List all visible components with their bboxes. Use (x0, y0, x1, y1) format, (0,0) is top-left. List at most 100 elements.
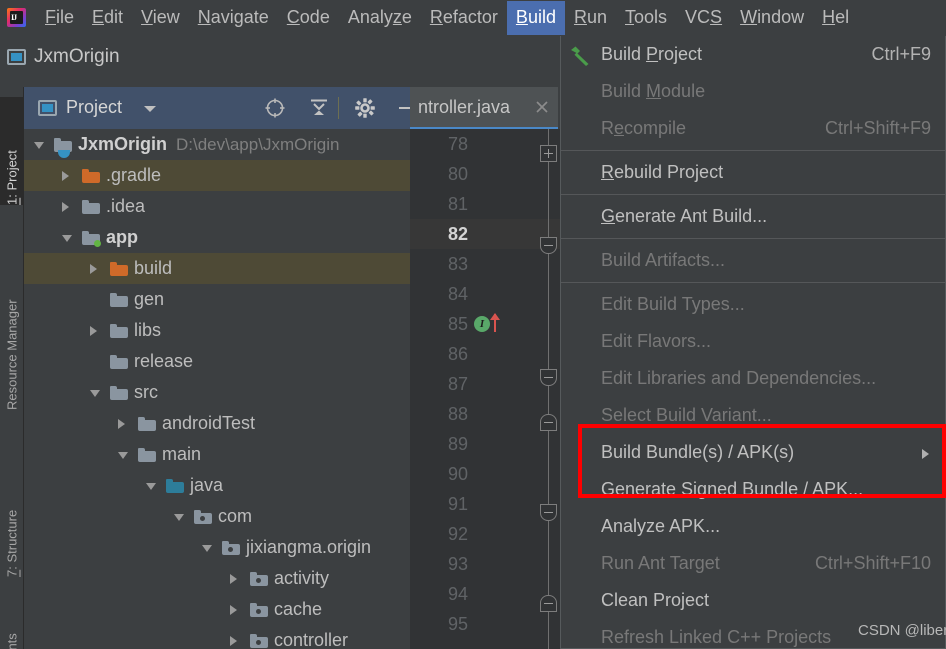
menu-item-clean-project[interactable]: Clean Project (561, 582, 945, 619)
menu-item-edit-build-types: Edit Build Types... (561, 286, 945, 323)
tool-window-button-label: riants (5, 633, 20, 649)
menu-navigate[interactable]: Navigate (189, 1, 278, 35)
line-number: 87 (447, 374, 468, 394)
tree-expand-arrow-closed-icon[interactable] (90, 264, 97, 274)
tree-expand-arrow-open-icon[interactable] (174, 514, 184, 521)
tree-row-label: androidTest (162, 413, 256, 433)
menu-run[interactable]: Run (565, 1, 616, 35)
menu-edit[interactable]: Edit (83, 1, 132, 35)
gear-icon[interactable] (354, 97, 376, 119)
tree-row[interactable]: main (24, 439, 410, 470)
folder-icon (138, 417, 156, 431)
menu-view[interactable]: View (132, 1, 189, 35)
menu-item-generate-ant-build[interactable]: Generate Ant Build... (561, 198, 945, 235)
project-panel-header: Project (24, 87, 415, 129)
line-number: 80 (447, 164, 468, 184)
tree-row[interactable]: gen (24, 284, 410, 315)
tree-expand-arrow-open-icon[interactable] (146, 483, 156, 490)
tree-expand-arrow-open-icon[interactable] (90, 390, 100, 397)
locate-icon[interactable] (264, 97, 286, 119)
menu-build[interactable]: Build (506, 1, 565, 35)
menu-hel[interactable]: Hel (813, 1, 858, 35)
project-tree[interactable]: JxmOrigin D:\dev\app\JxmOrigin .gradle .ide… (24, 129, 410, 649)
collapse-all-icon[interactable] (308, 97, 330, 119)
menu-item-build-project[interactable]: Build Project Ctrl+F9 (561, 36, 945, 73)
tree-row[interactable]: .gradle (24, 160, 410, 191)
tool-window-button-riants[interactable]: riants (0, 605, 24, 649)
tree-expand-arrow-closed-icon[interactable] (90, 326, 97, 336)
build-menu-dropdown[interactable]: Build Project Ctrl+F9 Build Module Recompil… (560, 36, 946, 649)
menu-code[interactable]: Code (278, 1, 339, 35)
menu-file[interactable]: File (36, 1, 83, 35)
fold-collapse-marker[interactable] (540, 369, 557, 386)
tool-window-button-7-structure[interactable]: 7: Structure (0, 449, 24, 577)
folder-icon (82, 231, 101, 247)
menu-item-analyze-apk[interactable]: Analyze APK... (561, 508, 945, 545)
tree-row[interactable]: com (24, 501, 410, 532)
fold-expand-marker[interactable] (540, 145, 557, 162)
editor-tab-label: ntroller.java (418, 97, 511, 117)
tool-window-button-1-project[interactable]: 1: Project (0, 97, 24, 205)
tree-row[interactable]: app (24, 222, 410, 253)
editor-fold-column[interactable] (538, 129, 560, 649)
tree-row-label: src (134, 382, 158, 402)
chevron-down-icon[interactable] (144, 106, 156, 112)
menu-item-label: Edit Flavors... (601, 331, 712, 351)
menu-item-build-bundle-s-apk-s[interactable]: Build Bundle(s) / APK(s) (561, 434, 945, 471)
tree-expand-arrow-closed-icon[interactable] (230, 574, 237, 584)
tree-row-label: app (106, 227, 139, 247)
tree-expand-arrow-closed-icon[interactable] (118, 419, 125, 429)
tree-row[interactable]: androidTest (24, 408, 410, 439)
menu-item-generate-signed-bundle-apk[interactable]: Generate Signed Bundle / APK... (561, 471, 945, 508)
fold-collapse-marker[interactable] (540, 237, 557, 254)
tree-row-label: jixiangma.origin (246, 537, 372, 557)
tree-expand-arrow-open-icon[interactable] (202, 545, 212, 552)
menu-item-label: Clean Project (601, 590, 710, 610)
tree-expand-arrow-closed-icon[interactable] (62, 202, 69, 212)
menu-item-label: Build Artifacts... (601, 250, 726, 270)
submenu-arrow-icon[interactable] (922, 449, 929, 459)
menu-item-edit-libraries-and-dependencies: Edit Libraries and Dependencies... (561, 360, 945, 397)
tree-row[interactable]: src (24, 377, 410, 408)
tree-expand-arrow-closed-icon[interactable] (62, 171, 69, 181)
menu-tools[interactable]: Tools (616, 1, 676, 35)
menu-window[interactable]: Window (731, 1, 813, 35)
tree-expand-arrow-open-icon[interactable] (34, 142, 44, 149)
menu-item-shortcut: Ctrl+Shift+F9 (824, 118, 931, 138)
menu-item-rebuild-project[interactable]: Rebuild Project (561, 154, 945, 191)
tree-expand-arrow-open-icon[interactable] (62, 235, 72, 242)
tree-expand-arrow-closed-icon[interactable] (230, 636, 237, 646)
tree-row[interactable]: .idea (24, 191, 410, 222)
menu-refactor[interactable]: Refactor (421, 1, 507, 35)
override-arrow-icon[interactable] (490, 313, 500, 332)
tree-row-path: D:\dev\app\JxmOrigin (176, 135, 340, 154)
tree-row[interactable]: release (24, 346, 410, 377)
fold-collapse-marker[interactable] (540, 504, 557, 521)
menu-separator (561, 150, 945, 151)
tree-row[interactable]: cache (24, 594, 410, 625)
close-icon[interactable] (534, 99, 550, 115)
tree-row[interactable]: jixiangma.origin (24, 532, 410, 563)
tree-row[interactable]: JxmOrigin D:\dev\app\JxmOrigin (24, 129, 410, 160)
line-number: 94 (447, 584, 468, 604)
fold-collapse-marker[interactable] (540, 595, 557, 612)
tree-row[interactable]: java (24, 470, 410, 501)
tree-row[interactable]: libs (24, 315, 410, 346)
android-studio-window: IJ File Edit View Navigate Code Analyze Refact… (0, 0, 946, 649)
tree-row[interactable]: activity (24, 563, 410, 594)
implementation-marker-icon[interactable]: I (474, 316, 490, 332)
menu-analyze[interactable]: Analyze (339, 1, 421, 35)
tree-row-label: cache (274, 599, 323, 619)
package-icon (250, 634, 268, 648)
tree-expand-arrow-open-icon[interactable] (118, 452, 128, 459)
tree-row[interactable]: controller (24, 625, 410, 649)
fold-collapse-marker[interactable] (540, 414, 557, 431)
tree-row-label: .idea (106, 196, 146, 216)
tool-window-button-resource-manager[interactable]: Resource Manager (0, 242, 24, 410)
menu-vcs[interactable]: VCS (676, 1, 731, 35)
watermark-label: CSDN @liberg (858, 622, 946, 639)
hammer-icon (569, 44, 591, 66)
tool-window-button-label: 1: Project (4, 150, 20, 205)
tree-row[interactable]: build (24, 253, 410, 284)
tree-expand-arrow-closed-icon[interactable] (230, 605, 237, 615)
